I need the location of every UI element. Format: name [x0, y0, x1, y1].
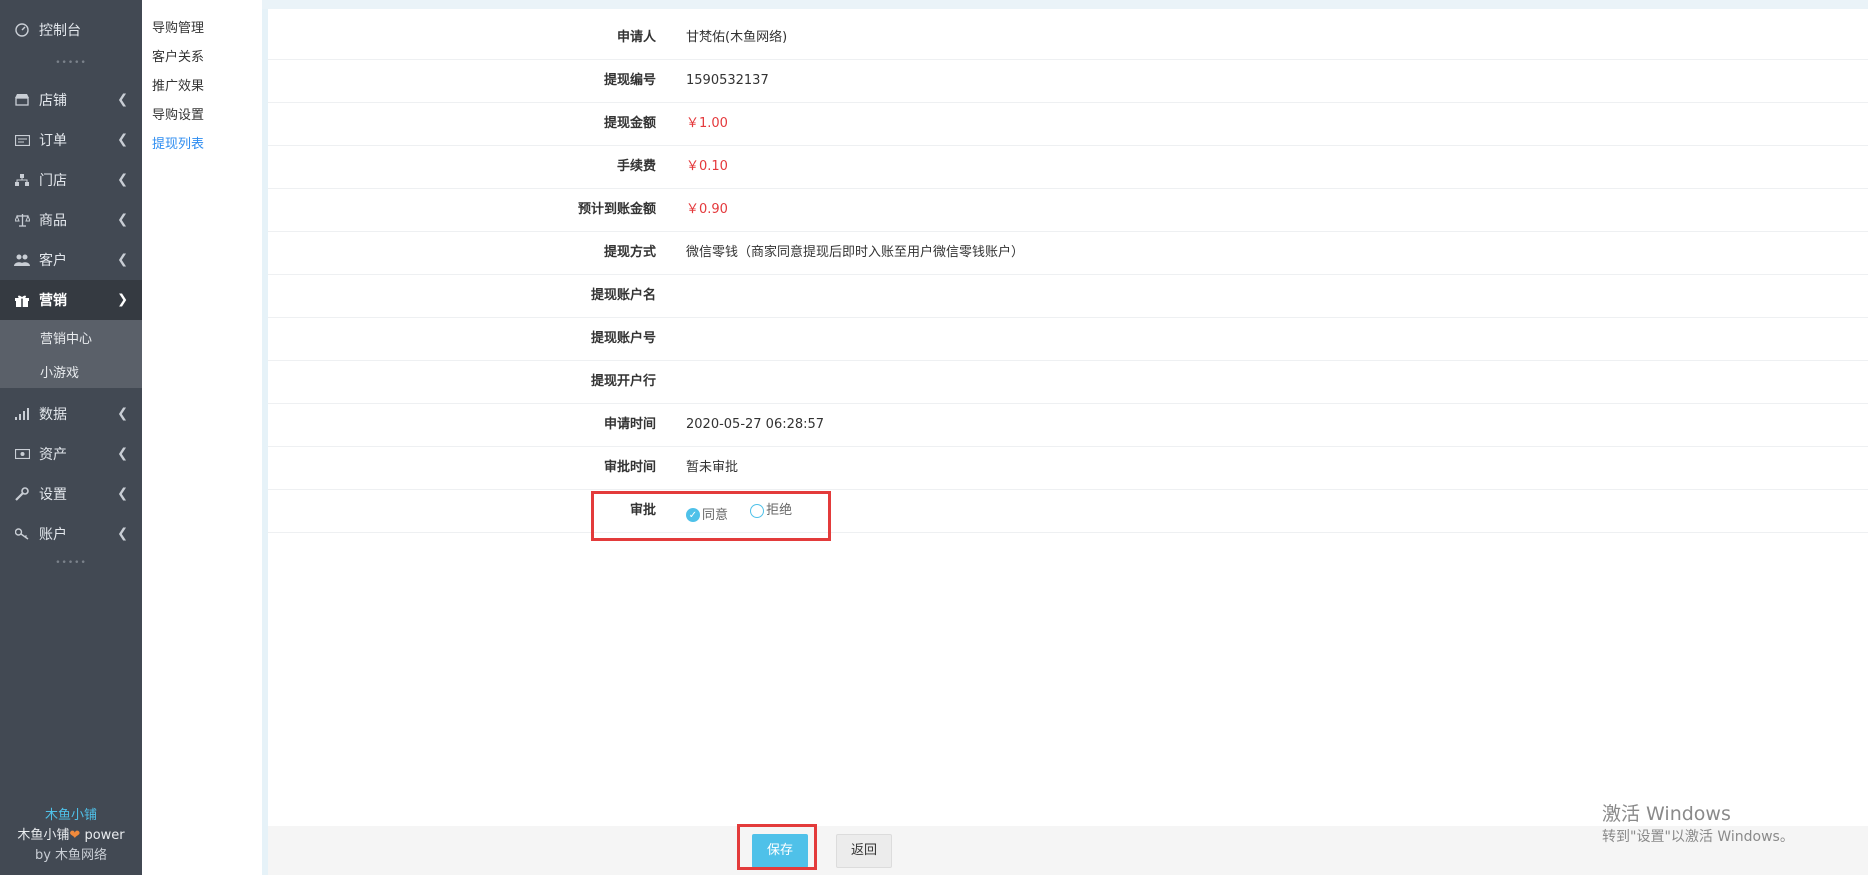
- form-row-apply-time: 申请时间 2020-05-27 06:28:57: [268, 403, 1868, 447]
- chevron-left-icon: ❮: [117, 406, 128, 422]
- heart-icon: ❤: [69, 828, 81, 843]
- signal-icon: [14, 406, 30, 422]
- form-label: 预计到账金额: [577, 202, 656, 217]
- footer-brand[interactable]: 木鱼小铺: [0, 804, 142, 823]
- gift-icon: [14, 292, 30, 308]
- chevron-left-icon: ❮: [117, 172, 128, 188]
- form-row-applicant: 申请人 甘梵佑(木鱼网络): [268, 16, 1868, 60]
- top-border: [262, 0, 1868, 9]
- chevron-down-icon: ❯: [117, 292, 128, 308]
- form-row-method: 提现方式 微信零钱（商家同意提现后即时入账至用户微信零钱账户）: [268, 231, 1868, 275]
- form-value: ￥1.00: [686, 116, 728, 131]
- sidebar-subitem-mini-games[interactable]: 小游戏: [0, 354, 142, 388]
- scale-icon: [14, 212, 30, 228]
- form-value: 微信零钱（商家同意提现后即时入账至用户微信零钱账户）: [686, 245, 1025, 260]
- sidebar-item-label: 账户: [39, 527, 67, 543]
- form-label: 提现账户名: [590, 288, 656, 303]
- chevron-left-icon: ❮: [117, 446, 128, 462]
- sidebar-item-account[interactable]: 账户 ❮: [0, 514, 142, 554]
- form-row-bank: 提现开户行: [268, 360, 1868, 404]
- chevron-left-icon: ❮: [117, 252, 128, 268]
- sidebar-item-label: 数据: [39, 407, 67, 423]
- store-icon: [14, 172, 30, 188]
- sidebar-item-settings[interactable]: 设置 ❮: [0, 474, 142, 514]
- sidebar-item-marketing[interactable]: 营销 ❯: [0, 280, 142, 320]
- sidebar-item-customers[interactable]: 客户 ❮: [0, 240, 142, 280]
- submenu-item-customer-relations[interactable]: 客户关系: [152, 46, 204, 65]
- form-label: 提现方式: [603, 245, 656, 260]
- form-label: 提现编号: [603, 73, 656, 88]
- sidebar-item-label: 客户: [39, 253, 67, 269]
- form-row-approve-time: 审批时间 暂未审批: [268, 446, 1868, 490]
- form-label: 申请人: [616, 30, 656, 45]
- footer-power-name: 木鱼小铺: [17, 828, 70, 843]
- chevron-left-icon: ❮: [117, 212, 128, 228]
- form-row-account-number: 提现账户号: [268, 317, 1868, 361]
- form-label: 提现金额: [603, 116, 656, 131]
- sidebar-item-label: 设置: [39, 487, 67, 503]
- form-label: 审批时间: [603, 460, 656, 475]
- sidebar-item-label: 订单: [39, 133, 67, 149]
- sidebar-subitem-marketing-center[interactable]: 营销中心: [0, 320, 142, 354]
- key-icon: [14, 526, 30, 542]
- secondary-menu: 导购管理 客户关系 推广效果 导购设置 提现列表: [142, 0, 263, 875]
- chevron-left-icon: ❮: [117, 526, 128, 542]
- sidebar-item-products[interactable]: 商品 ❮: [0, 200, 142, 240]
- approval-highlight-box: [591, 491, 831, 541]
- form-value: ￥0.90: [686, 202, 728, 217]
- sidebar-item-label: 营销: [39, 293, 67, 309]
- sidebar-item-stores[interactable]: 门店 ❮: [0, 160, 142, 200]
- shop-icon: [14, 92, 30, 108]
- form-value: 甘梵佑(木鱼网络): [686, 30, 788, 45]
- money-icon: [14, 446, 30, 462]
- sidebar-item-assets[interactable]: 资产 ❮: [0, 434, 142, 474]
- submenu-item-guide-management[interactable]: 导购管理: [152, 17, 204, 36]
- footer-by: by 木鱼网络: [34, 848, 108, 863]
- sidebar-item-label: 资产: [39, 447, 67, 463]
- wrench-icon: [14, 486, 30, 502]
- chevron-left-icon: ❮: [117, 486, 128, 502]
- save-highlight-box: [737, 824, 817, 870]
- form-value: 暂未审批: [686, 460, 739, 475]
- chevron-left-icon: ❮: [117, 132, 128, 148]
- submenu-item-guide-settings[interactable]: 导购设置: [152, 104, 204, 123]
- chevron-left-icon: ❮: [117, 92, 128, 108]
- sidebar-item-dashboard[interactable]: 控制台: [0, 10, 142, 50]
- form-row-withdrawal-number: 提现编号 1590532137: [268, 59, 1868, 103]
- dashboard-icon: [14, 22, 30, 38]
- footer-power-suffix: power: [84, 828, 125, 843]
- windows-watermark-subtitle: 转到"设置"以激活 Windows。: [1602, 829, 1794, 845]
- sidebar-item-data[interactable]: 数据 ❮: [0, 394, 142, 434]
- separator-dots: •••••: [55, 558, 87, 568]
- form-label: 申请时间: [603, 417, 656, 432]
- form-row-expected-amount: 预计到账金额 ￥0.90: [268, 188, 1868, 232]
- separator-dots: •••••: [55, 58, 87, 68]
- sidebar-item-label: 门店: [39, 173, 67, 189]
- main-sidebar: 控制台 ••••• 店铺 ❮ 订单 ❮ 门店 ❮ 商品 ❮ 客户 ❮ 营销 ❯ …: [0, 0, 142, 875]
- form-value: 2020-05-27 06:28:57: [686, 417, 825, 432]
- form-row-fee: 手续费 ￥0.10: [268, 145, 1868, 189]
- sidebar-item-label: 控制台: [39, 23, 81, 39]
- sidebar-item-label: 店铺: [39, 93, 67, 109]
- form-label: 提现开户行: [590, 374, 656, 389]
- footer-power: 木鱼小铺❤ power: [0, 824, 142, 843]
- form-row-approval: 审批 ✓ 同意 拒绝: [268, 489, 1868, 533]
- form-value: ￥0.10: [686, 159, 728, 174]
- submenu-item-promotion-effect[interactable]: 推广效果: [152, 75, 204, 94]
- sidebar-item-shop[interactable]: 店铺 ❮: [0, 80, 142, 120]
- form-label: 提现账户号: [590, 331, 656, 346]
- sidebar-item-orders[interactable]: 订单 ❮: [0, 120, 142, 160]
- form-value: 1590532137: [686, 73, 769, 88]
- submenu-item-withdrawal-list[interactable]: 提现列表: [152, 133, 204, 152]
- form-row-account-name: 提现账户名: [268, 274, 1868, 318]
- form-label: 手续费: [616, 159, 656, 174]
- users-icon: [14, 252, 30, 268]
- form-row-withdrawal-amount: 提现金额 ￥1.00: [268, 102, 1868, 146]
- back-button[interactable]: 返回: [836, 834, 893, 868]
- order-icon: [14, 132, 30, 148]
- sidebar-item-label: 商品: [39, 213, 67, 229]
- windows-watermark-title: 激活 Windows: [1602, 803, 1731, 825]
